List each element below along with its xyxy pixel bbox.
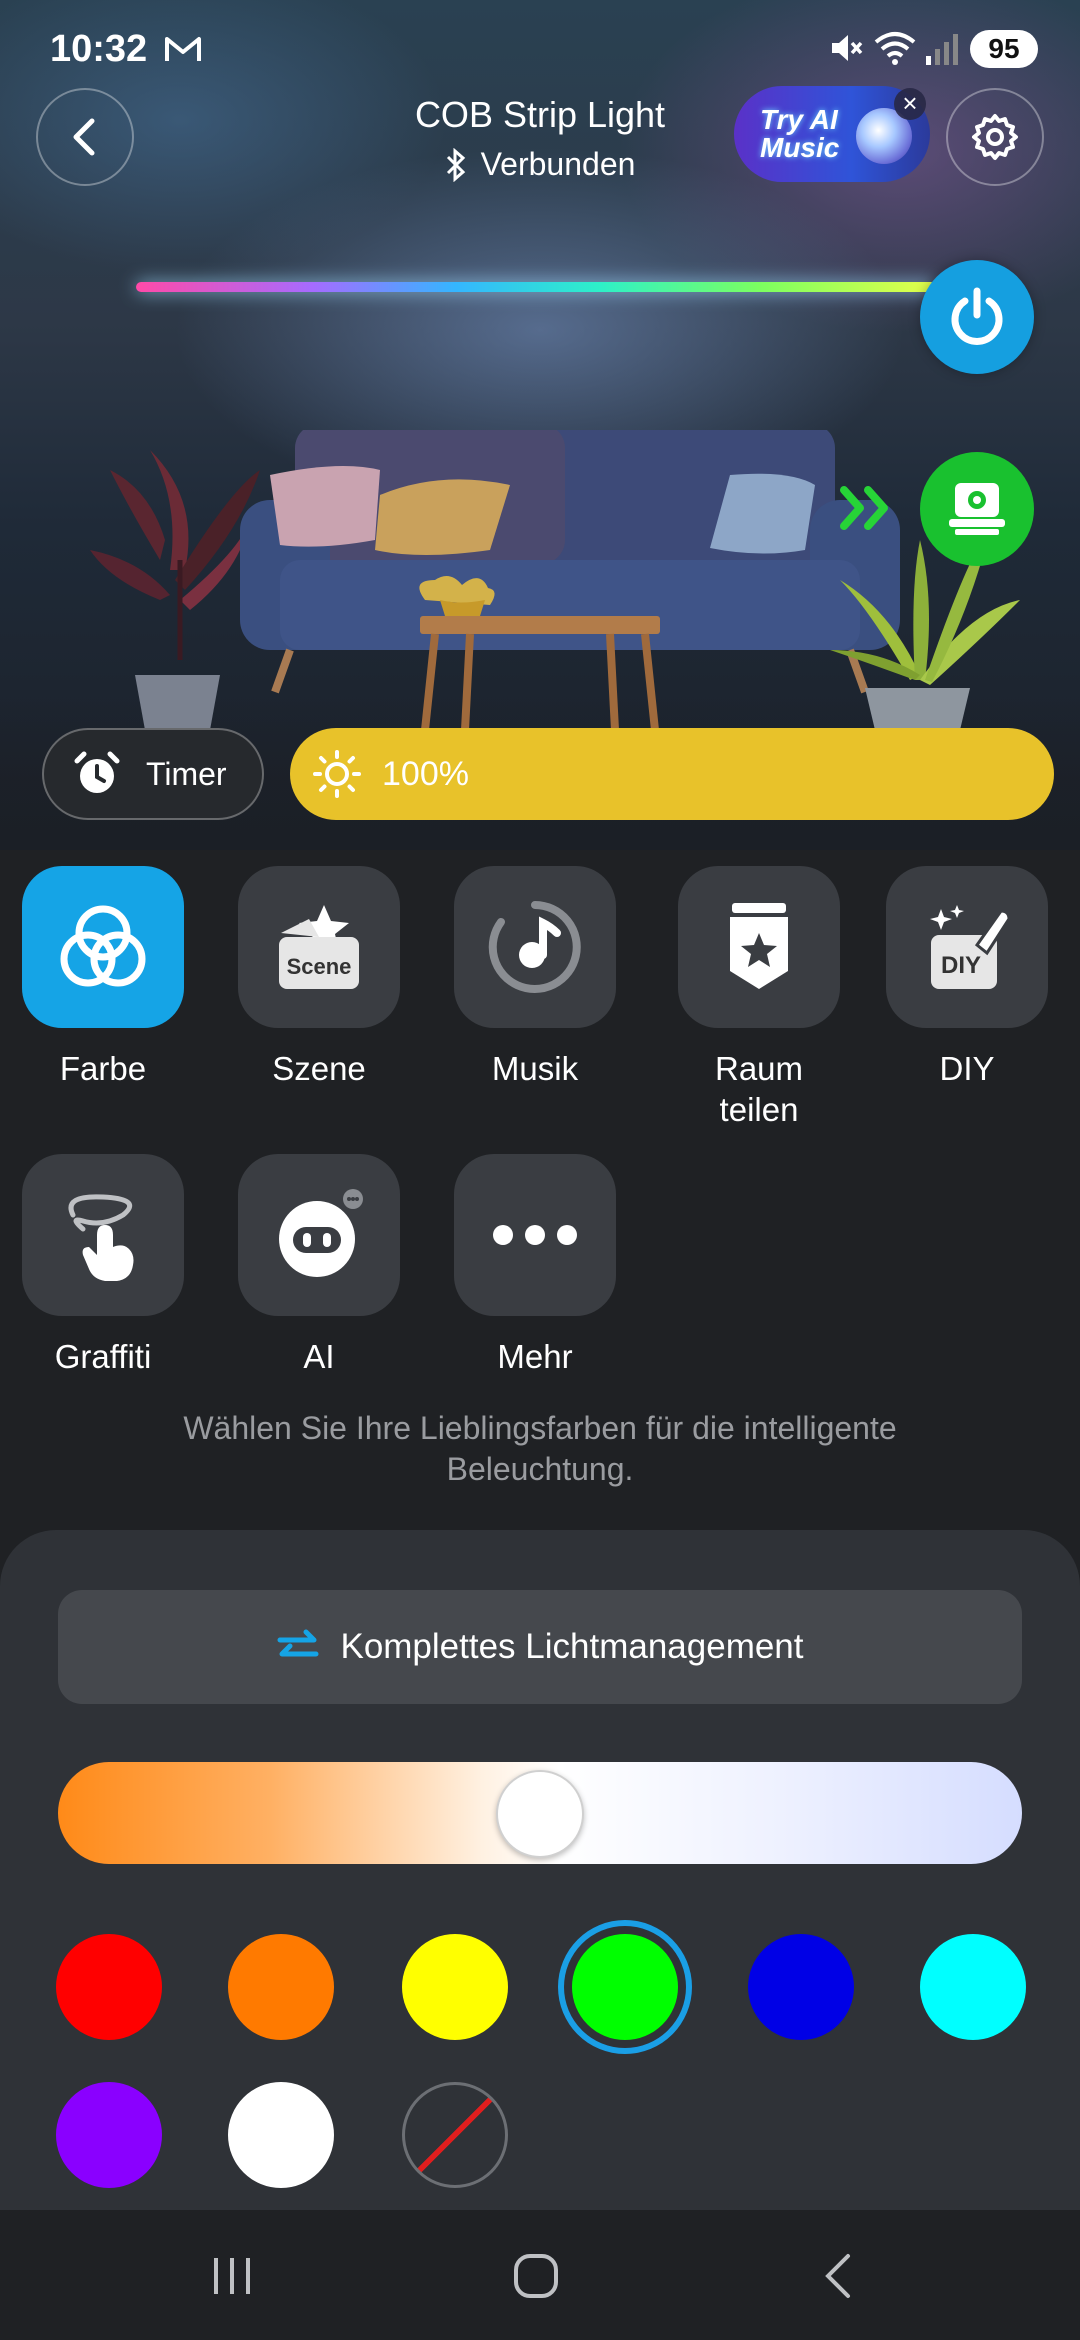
sofa bbox=[240, 430, 900, 694]
system-navigation-bar bbox=[0, 2210, 1080, 2340]
living-room-illustration bbox=[90, 430, 1020, 730]
ai-banner-text: Try AI Music bbox=[760, 104, 840, 163]
power-button[interactable] bbox=[920, 260, 1034, 374]
battery-indicator: 95 bbox=[970, 30, 1038, 68]
color-temperature-slider[interactable] bbox=[58, 1762, 1022, 1864]
device-mode-button[interactable] bbox=[920, 452, 1034, 566]
ai-music-banner[interactable]: Try AI Music × bbox=[734, 86, 930, 182]
swatch-none[interactable] bbox=[402, 2082, 508, 2188]
mode-mehr[interactable]: Mehr bbox=[454, 1154, 616, 1377]
mode-tile[interactable] bbox=[678, 866, 840, 1028]
color-swatch[interactable] bbox=[228, 1934, 334, 2040]
color-swatch[interactable] bbox=[572, 1934, 678, 2040]
mode-label: DIY bbox=[939, 1050, 995, 1087]
chevron-double-right-icon bbox=[840, 486, 888, 530]
mode-tile[interactable] bbox=[238, 1154, 400, 1316]
share-room-icon bbox=[730, 903, 788, 989]
timer-button[interactable]: Timer bbox=[42, 728, 264, 820]
close-icon[interactable]: × bbox=[894, 88, 926, 120]
music-icon bbox=[488, 901, 581, 993]
alarm-clock-icon bbox=[74, 751, 120, 793]
mode-tile[interactable] bbox=[22, 1154, 184, 1316]
color-swatch[interactable] bbox=[56, 2082, 162, 2188]
back-button[interactable] bbox=[36, 88, 134, 186]
mode-farbe[interactable]: Farbe bbox=[22, 866, 184, 1089]
color-swatch[interactable] bbox=[56, 1934, 162, 2040]
color-swatch[interactable] bbox=[920, 1934, 1026, 2040]
mute-icon bbox=[832, 35, 863, 61]
diy-icon: DIY bbox=[930, 905, 1011, 989]
mode-ai[interactable]: AI bbox=[238, 1154, 400, 1377]
color-swatch[interactable] bbox=[748, 1934, 854, 2040]
mode-graffiti[interactable]: Graffiti bbox=[22, 1154, 184, 1377]
mode-musik[interactable]: Musik bbox=[454, 866, 616, 1089]
ai-robot-icon bbox=[279, 1189, 363, 1277]
color-swatch[interactable] bbox=[402, 1934, 508, 2040]
mode-tile[interactable] bbox=[454, 866, 616, 1028]
color-swatch[interactable] bbox=[228, 2082, 334, 2188]
mode-diy[interactable]: DIY DIY bbox=[886, 866, 1048, 1089]
swap-arrows-icon bbox=[277, 1629, 319, 1657]
power-icon bbox=[951, 287, 1003, 345]
plant-left bbox=[90, 450, 260, 730]
mode-raum-teilen[interactable]: Raum teilen bbox=[678, 866, 840, 1130]
connection-label: Verbunden bbox=[480, 146, 636, 182]
chevron-left-icon bbox=[73, 118, 95, 156]
bluetooth-icon bbox=[446, 147, 465, 182]
scene-icon: Scene bbox=[279, 905, 359, 989]
color-circles-icon bbox=[60, 905, 146, 987]
scene-badge: Scene bbox=[287, 954, 352, 979]
status-bar: 10:32 95 bbox=[0, 0, 1080, 100]
device-title: COB Strip Light bbox=[414, 94, 666, 135]
hint-text: Wählen Sie Ihre Lieblingsfarben für die … bbox=[183, 1410, 897, 1487]
mode-tile[interactable] bbox=[22, 866, 184, 1028]
back-nav-icon[interactable] bbox=[808, 2250, 868, 2302]
mode-label: AI bbox=[303, 1338, 335, 1375]
sun-icon bbox=[313, 750, 361, 798]
connection-status: Verbunden bbox=[340, 146, 740, 183]
status-time: 10:32 bbox=[50, 28, 148, 70]
mode-szene[interactable]: Scene Szene bbox=[238, 866, 400, 1089]
signal-icon bbox=[926, 34, 958, 65]
mode-label: Szene bbox=[272, 1050, 366, 1087]
mode-label: Farbe bbox=[59, 1050, 147, 1087]
timer-label: Timer bbox=[146, 755, 227, 792]
mode-label: Musik bbox=[491, 1050, 579, 1087]
graffiti-icon bbox=[68, 1194, 134, 1281]
slider-thumb[interactable] bbox=[496, 1770, 584, 1858]
light-management-button[interactable]: Komplettes Lichtmanagement bbox=[58, 1590, 1022, 1704]
recent-apps-icon[interactable] bbox=[202, 2250, 262, 2302]
mode-label: Raum teilen bbox=[714, 1050, 804, 1128]
mode-tile[interactable]: DIY bbox=[886, 866, 1048, 1028]
home-icon[interactable] bbox=[506, 2250, 566, 2302]
diy-badge: DIY bbox=[941, 952, 981, 979]
more-icon bbox=[493, 1225, 577, 1245]
mode-label: Graffiti bbox=[54, 1338, 152, 1375]
mode-tile[interactable]: Scene bbox=[238, 866, 400, 1028]
brightness-value: 100% bbox=[382, 754, 469, 793]
light-strip-preview bbox=[136, 282, 936, 292]
wifi-icon bbox=[874, 32, 916, 65]
mail-icon bbox=[165, 37, 201, 61]
brightness-slider[interactable]: 100% bbox=[290, 728, 1054, 820]
light-management-label: Komplettes Lichtmanagement bbox=[340, 1627, 804, 1666]
mode-label: Mehr bbox=[497, 1338, 573, 1375]
device-icon bbox=[949, 483, 1005, 535]
gear-icon bbox=[972, 114, 1018, 160]
mode-tile[interactable] bbox=[454, 1154, 616, 1316]
settings-button[interactable] bbox=[946, 88, 1044, 186]
